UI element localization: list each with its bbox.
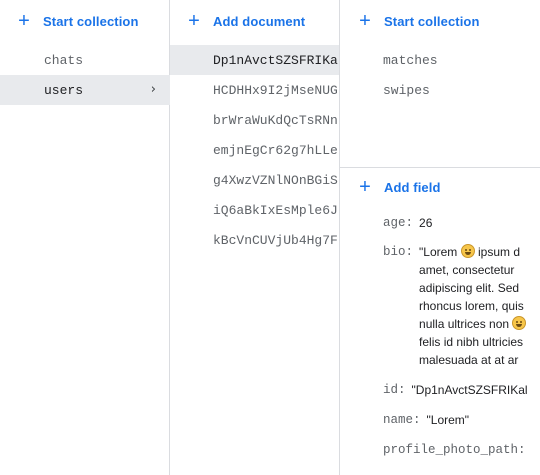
field-key: age: (383, 216, 414, 230)
bio-line: "Lorem ipsum d (419, 244, 521, 259)
bio-line: nulla ultrices non (419, 315, 527, 333)
collection-list: chats users › (0, 45, 170, 105)
plus-icon: + (188, 10, 200, 32)
field-list: age: 26 bio: "Lorem ipsum d amet, consec… (340, 209, 540, 465)
documents-panel: + Add document Dp1nAvctSZSFRIKal HCDHHx9… (170, 0, 340, 475)
field-row-age[interactable]: age: 26 (340, 209, 540, 237)
bio-line: felis id nibh ultricies (419, 335, 524, 349)
document-id: Dp1nAvctSZSFRIKal (213, 52, 339, 68)
collection-item-users[interactable]: users › (0, 75, 170, 105)
grinning-face-emoji-icon (512, 316, 527, 330)
start-collection-label: Start collection (43, 13, 139, 29)
add-field-button[interactable]: + Add field (340, 166, 540, 208)
document-item[interactable]: g4XwzVZNlNOnBGiS (170, 165, 339, 195)
subcollection-item-matches[interactable]: matches (340, 45, 540, 75)
field-key: id: (383, 383, 406, 397)
document-id: emjnEgCr62g7hLLe (213, 142, 338, 158)
document-id: kBcVnCUVjUb4Hg7F (213, 232, 338, 248)
field-row-id[interactable]: id: "Dp1nAvctSZSFRIKal (340, 375, 540, 405)
field-key: bio: (383, 245, 414, 259)
subcollection-label: swipes (383, 82, 430, 98)
plus-icon: + (359, 10, 371, 32)
document-item[interactable]: iQ6aBkIxEsMple6J (170, 195, 339, 225)
collection-item-label: users (44, 82, 84, 98)
field-value: 26 (419, 216, 433, 230)
field-value: "Dp1nAvctSZSFRIKal (411, 383, 528, 397)
subcollection-label: matches (383, 52, 438, 68)
bio-line: adipiscing elit. Sed (419, 281, 520, 295)
document-item[interactable]: HCDHHx9I2jMseNUG (170, 75, 339, 105)
plus-icon: + (18, 10, 30, 32)
field-row-bio[interactable]: bio: "Lorem ipsum d amet, consectetur ad… (340, 243, 540, 369)
subcollection-item-swipes[interactable]: swipes (340, 75, 540, 105)
field-key: name: (383, 413, 421, 427)
document-detail-panel: + Start collection matches swipes + Add … (340, 0, 540, 475)
document-list: Dp1nAvctSZSFRIKal HCDHHx9I2jMseNUG brWra… (170, 45, 339, 255)
start-subcollection-button[interactable]: + Start collection (340, 0, 540, 42)
document-item[interactable]: brWraWuKdQcTsRNn (170, 105, 339, 135)
field-row-profile-photo-path[interactable]: profile_photo_path: (340, 435, 540, 465)
chevron-right-icon: › (150, 82, 156, 97)
document-id: brWraWuKdQcTsRNn (213, 112, 338, 128)
bio-line: malesuada at at ar (419, 353, 519, 367)
root-collections-panel: + Start collection chats users › (0, 0, 170, 475)
grinning-face-emoji-icon (460, 244, 475, 258)
document-id: g4XwzVZNlNOnBGiS (213, 172, 338, 188)
bio-line: amet, consectetur (419, 263, 515, 277)
add-document-button[interactable]: + Add document (170, 0, 339, 42)
document-item[interactable]: emjnEgCr62g7hLLe (170, 135, 339, 165)
start-collection-label: Start collection (384, 13, 480, 29)
document-id: iQ6aBkIxEsMple6J (213, 202, 338, 218)
plus-icon: + (359, 176, 371, 198)
add-document-label: Add document (213, 13, 306, 29)
field-row-name[interactable]: name: "Lorem" (340, 405, 540, 435)
subcollection-list: matches swipes (340, 45, 540, 105)
document-item[interactable]: Dp1nAvctSZSFRIKal (170, 45, 339, 75)
bio-line: rhoncus lorem, quis (419, 299, 524, 313)
document-item[interactable]: kBcVnCUVjUb4Hg7F (170, 225, 339, 255)
field-key: profile_photo_path: (383, 443, 526, 457)
bio-value: "Lorem ipsum d amet, consectetur adipisc… (419, 243, 527, 369)
collection-item-chats[interactable]: chats (0, 45, 170, 75)
document-id: HCDHHx9I2jMseNUG (213, 82, 338, 98)
start-collection-button[interactable]: + Start collection (0, 0, 169, 42)
field-value: "Lorem" (426, 413, 470, 427)
collection-item-label: chats (44, 52, 84, 68)
add-field-label: Add field (384, 179, 441, 195)
